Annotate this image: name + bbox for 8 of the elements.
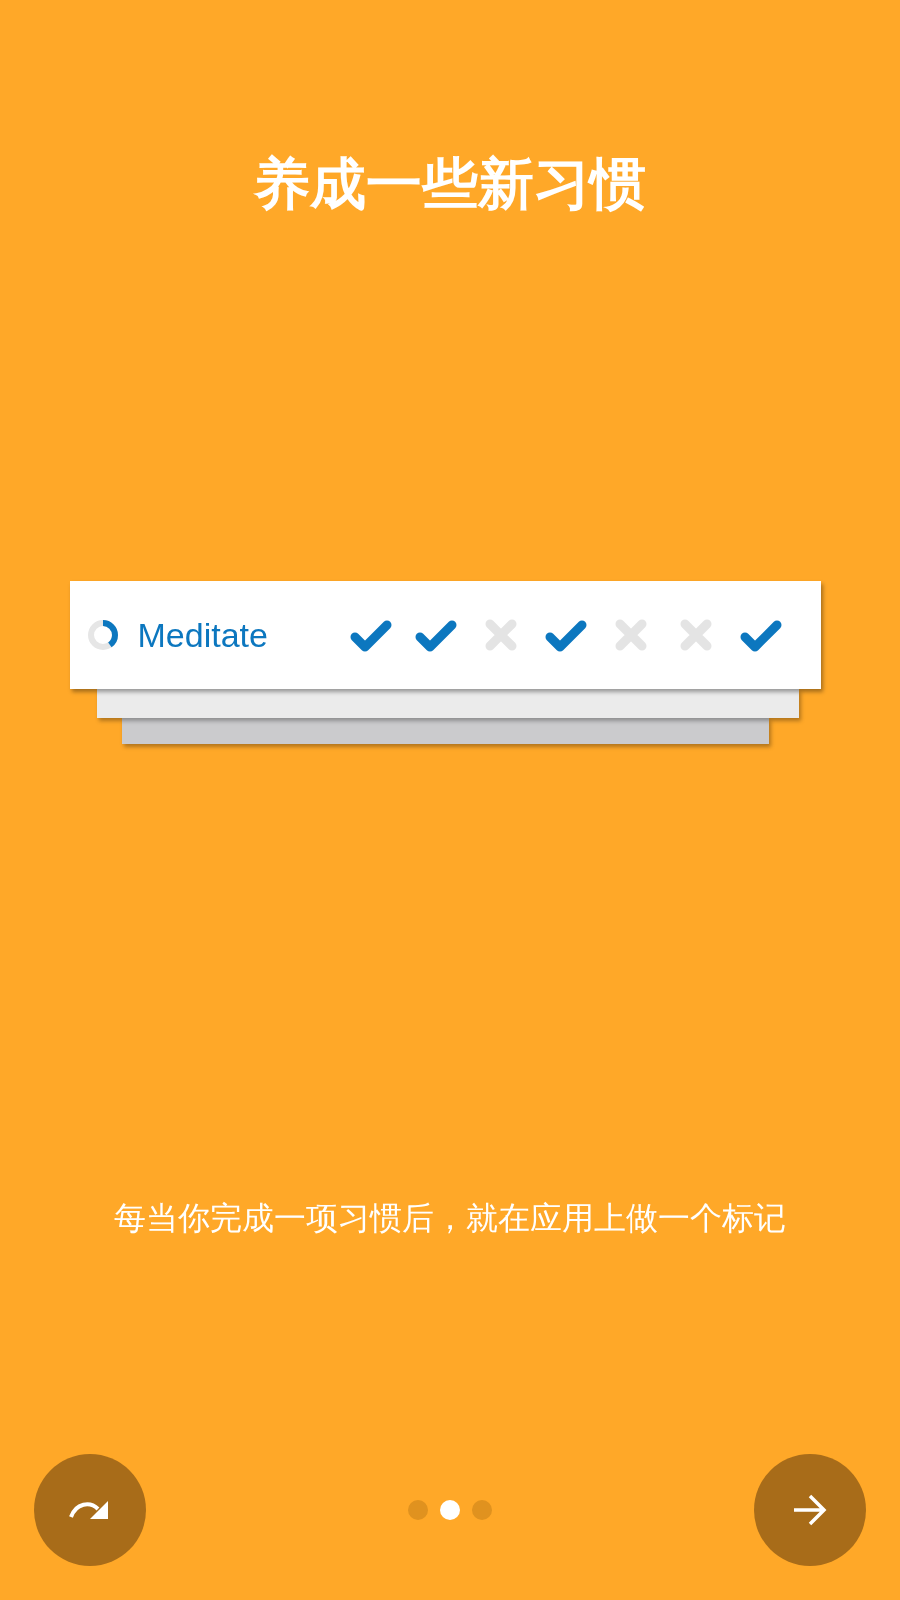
page-dot[interactable] bbox=[472, 1500, 492, 1520]
screen-title: 养成一些新习惯 bbox=[254, 151, 646, 217]
arrow-right-icon bbox=[792, 1492, 828, 1528]
progress-ring-icon bbox=[85, 618, 120, 653]
habit-name: Meditate bbox=[137, 614, 269, 656]
page-dot[interactable] bbox=[440, 1500, 460, 1520]
description: 每当你完成一项习惯后，就在应用上做一个标记 bbox=[114, 1199, 786, 1239]
page-dot[interactable] bbox=[408, 1500, 428, 1520]
